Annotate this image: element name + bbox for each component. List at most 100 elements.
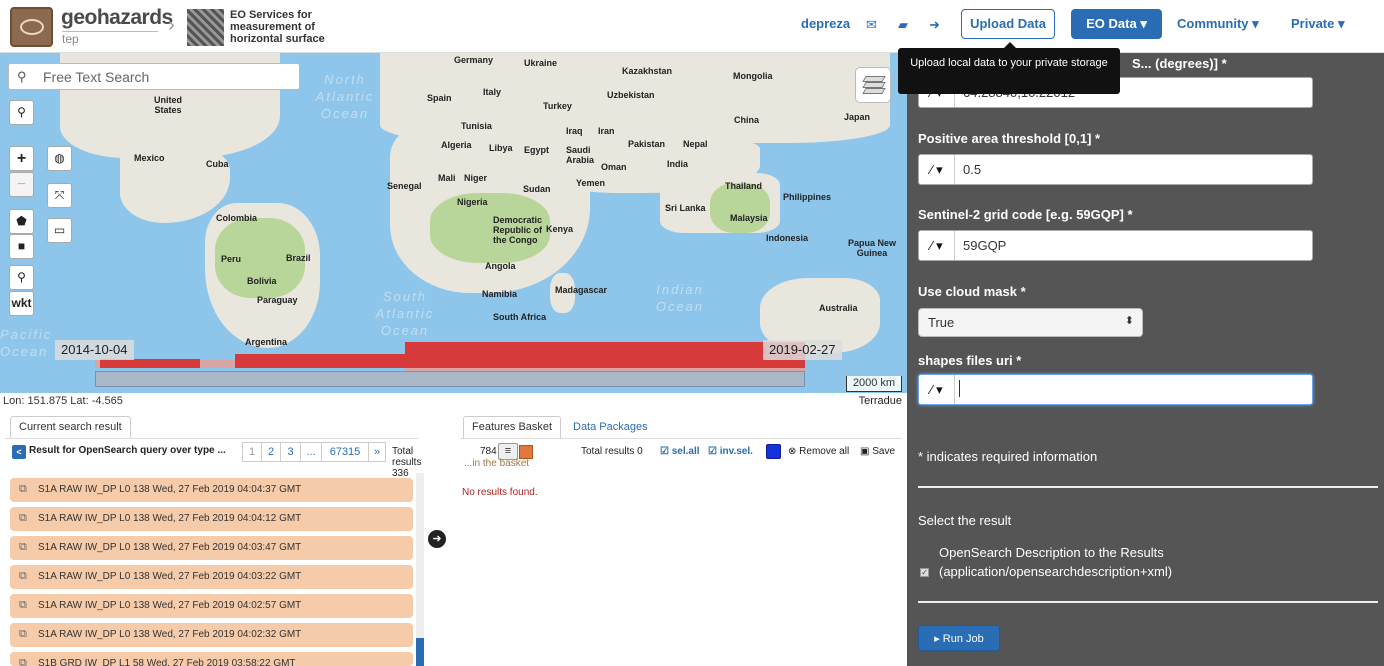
polygon-icon[interactable]: ⬟ (9, 209, 34, 234)
field-label: S... (degrees)] * (1132, 56, 1227, 71)
save-link[interactable]: ▣ Save (860, 446, 895, 457)
country-label: Libya (489, 143, 513, 153)
invert-selection-link[interactable]: ☑ inv.sel. (708, 446, 753, 457)
top-navbar: geohazards tep › EO Services for measure… (0, 0, 1384, 53)
tab-features-basket[interactable]: Features Basket (463, 416, 562, 438)
page-1[interactable]: 1 (242, 442, 262, 462)
search-input[interactable]: Free Text Search (43, 69, 149, 85)
basket-total: Total results 0 (581, 446, 643, 457)
timeline-end-date[interactable]: 2019-02-27 (763, 340, 842, 360)
color-picker[interactable] (766, 444, 781, 459)
result-option-label[interactable]: OpenSearch Description to the Results (a… (939, 543, 1229, 581)
empty-message: No results found. (462, 487, 538, 498)
country-label: Cuba (206, 159, 229, 169)
map-attribution[interactable]: Terradue (859, 395, 902, 407)
country-label: Senegal (387, 181, 422, 191)
private-menu[interactable]: Private ▾ (1291, 16, 1345, 32)
run-job-button[interactable]: ▸ Run Job (918, 625, 1000, 651)
search-results-panel: Current search result < Result for OpenS… (0, 410, 424, 666)
eo-data-menu[interactable]: EO Data ▾ (1071, 9, 1162, 39)
envelope-icon[interactable]: ✉ (866, 17, 880, 32)
country-label: Malaysia (730, 213, 768, 223)
logo-subtitle: tep (62, 31, 158, 46)
community-menu[interactable]: Community ▾ (1177, 16, 1259, 32)
expand-arrow-icon[interactable]: ➜ (428, 530, 446, 548)
list-item[interactable]: ⧉ S1B GRD IW_DP L1 58 Wed, 27 Feb 2019 03… (10, 652, 413, 666)
footprint-icon: ⧉ (19, 657, 27, 666)
tab-data-packages[interactable]: Data Packages (573, 421, 648, 433)
features-basket-panel: Features Basket Data Packages 784 ≡ ...i… (455, 410, 907, 666)
rectangle-icon[interactable]: ■ (9, 234, 34, 259)
threshold-field[interactable]: ⁄ ▾ 0.5 (918, 154, 1313, 185)
country-label: India (667, 159, 689, 169)
page-next[interactable]: » (368, 442, 386, 462)
user-link[interactable]: depreza (801, 16, 850, 31)
country-label: Mexico (134, 153, 165, 163)
marker-icon[interactable]: ⚲ (9, 265, 34, 290)
upload-tooltip: Upload local data to your private storag… (898, 42, 1120, 94)
search-tool-button[interactable]: ⚲ (9, 100, 34, 125)
country-label: Oman (601, 162, 627, 172)
timeline-start-date[interactable]: 2014-10-04 (55, 340, 134, 360)
country-label: Mongolia (733, 71, 773, 81)
required-note: * indicates required information (918, 449, 1098, 464)
country-label: Peru (221, 254, 242, 264)
map-view[interactable]: North Atlantic Ocean South Atlantic Ocea… (0, 53, 907, 410)
magic-wand-icon[interactable]: ⁄ ▾ (919, 375, 955, 404)
logo-title[interactable]: geohazards (61, 6, 173, 30)
sign-out-icon[interactable]: ➜ (929, 17, 943, 32)
zoom-out-button[interactable]: − (9, 172, 34, 197)
service-title[interactable]: EO Services for measurement of horizonta… (230, 9, 350, 45)
layers-button[interactable] (855, 67, 891, 103)
globe-icon[interactable]: ◍ (47, 146, 72, 171)
page-ellipsis[interactable]: ... (300, 442, 322, 462)
list-item[interactable]: ⧉ S1A RAW IW_DP L0 138 Wed, 27 Feb 2019 0… (10, 536, 413, 560)
geohazards-logo[interactable] (10, 7, 53, 47)
country-label: Namibia (482, 289, 518, 299)
book-icon[interactable]: ▰ (898, 17, 912, 32)
field-label: Sentinel-2 grid code [e.g. 59GQP] * (918, 207, 1133, 222)
free-text-search[interactable]: ⚲ Free Text Search (8, 63, 300, 90)
wkt-button[interactable]: wkt (9, 291, 34, 316)
country-label: Australia (819, 303, 858, 313)
footprint-icon: ⧉ (19, 570, 27, 582)
zoom-in-button[interactable]: + (9, 146, 34, 171)
cloud-mask-select[interactable]: True ⬍ (918, 308, 1143, 337)
magic-wand-icon[interactable]: ⁄ ▾ (919, 155, 955, 184)
grid-code-field[interactable]: ⁄ ▾ 59GQP (918, 230, 1313, 261)
fullscreen-icon[interactable]: ⤧ (47, 183, 72, 208)
share-icon[interactable]: < (12, 445, 26, 459)
ocean-label: Indian Ocean (655, 282, 705, 314)
country-label: Angola (485, 261, 516, 271)
page-last[interactable]: 67315 (321, 442, 369, 462)
country-label: Yemen (576, 178, 606, 188)
results-scrollbar-thumb[interactable] (416, 638, 424, 666)
list-item[interactable]: ⧉ S1A RAW IW_DP L0 138 Wed, 27 Feb 2019 0… (10, 623, 413, 647)
list-item[interactable]: ⧉ S1A RAW IW_DP L0 138 Wed, 27 Feb 2019 0… (10, 565, 413, 589)
footprint-icon: ⧉ (19, 599, 27, 611)
country-label: Turkey (543, 101, 572, 111)
list-item[interactable]: ⧉ S1A RAW IW_DP L0 138 Wed, 27 Feb 2019 0… (10, 594, 413, 618)
page-3[interactable]: 3 (280, 442, 301, 462)
search-icon: ⚲ (17, 69, 27, 84)
select-all-link[interactable]: ☑ sel.all (660, 446, 700, 457)
list-item[interactable]: ⧉ S1A RAW IW_DP L0 138 Wed, 27 Feb 2019 0… (10, 478, 413, 502)
magic-wand-icon[interactable]: ⁄ ▾ (919, 231, 955, 260)
list-item[interactable]: ⧉ S1A RAW IW_DP L0 138 Wed, 27 Feb 2019 0… (10, 507, 413, 531)
tab-current-search-result[interactable]: Current search result (10, 416, 131, 438)
remove-all-link[interactable]: ⊗ Remove all (788, 446, 849, 457)
select-arrow-icon: ⬍ (1124, 315, 1134, 327)
footprint-icon: ⧉ (19, 628, 27, 640)
result-checkbox[interactable]: ✓ (920, 568, 929, 577)
country-label: Niger (464, 173, 488, 183)
ruler-icon[interactable]: ▭ (47, 218, 72, 243)
country-label: Kenya (546, 224, 574, 234)
country-label: Papua New Guinea (847, 238, 896, 258)
shapes-uri-field[interactable]: ⁄ ▾ (918, 374, 1313, 405)
upload-data-button[interactable]: Upload Data (961, 9, 1055, 39)
timeline-range-slider[interactable] (95, 371, 805, 387)
page-2[interactable]: 2 (261, 442, 281, 462)
country-label: Nepal (683, 139, 708, 149)
service-thumbnail (187, 9, 224, 46)
mouse-coordinates: Lon: 151.875 Lat: -4.565 (0, 393, 907, 410)
